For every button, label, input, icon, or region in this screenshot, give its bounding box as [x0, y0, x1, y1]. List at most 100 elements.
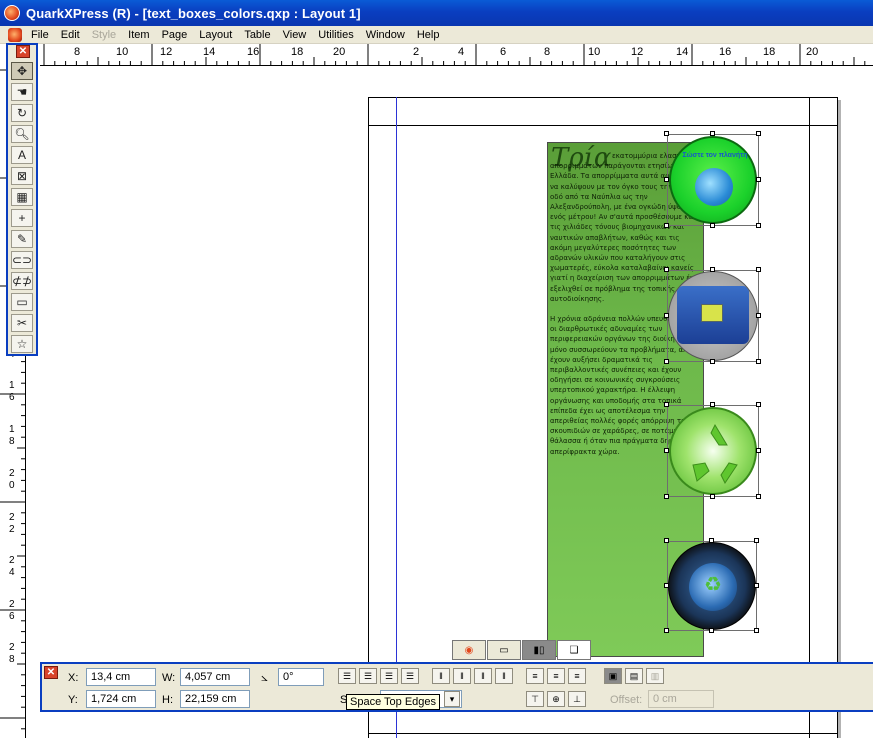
tab-home[interactable]: ◉: [452, 640, 486, 660]
resize-handle[interactable]: [710, 223, 715, 228]
align-right-button[interactable]: ≡: [568, 668, 586, 684]
picture-box-3[interactable]: [667, 405, 759, 497]
zoom-tool-icon[interactable]: 🔍︎: [11, 125, 33, 143]
align-center-button[interactable]: ≡: [547, 668, 565, 684]
frame-icon: ▭: [499, 644, 509, 656]
resize-handle[interactable]: [664, 448, 669, 453]
space-horizontal-centers-button[interactable]: ‖: [453, 668, 471, 684]
resize-handle[interactable]: [710, 131, 715, 136]
resize-handle[interactable]: [664, 223, 669, 228]
spread-relative-button[interactable]: ▥: [646, 668, 664, 684]
picture-box-4[interactable]: ♻: [667, 541, 757, 631]
close-icon[interactable]: ✕: [44, 666, 58, 679]
ruler-label: 1: [9, 424, 15, 435]
link-tool-icon[interactable]: ⊂⊃: [11, 251, 33, 269]
menu-window[interactable]: Window: [360, 26, 411, 44]
space-horizontal-items-button[interactable]: ‖: [495, 668, 513, 684]
resize-handle[interactable]: [664, 267, 669, 272]
resize-handle[interactable]: [664, 177, 669, 182]
item-tool-icon[interactable]: ✥: [11, 62, 33, 80]
resize-handle[interactable]: [664, 494, 669, 499]
page-relative-button[interactable]: ▤: [625, 668, 643, 684]
menu-view[interactable]: View: [277, 26, 313, 44]
item-relative-button[interactable]: ▣: [604, 668, 622, 684]
text-box-tool-icon[interactable]: A: [11, 146, 33, 164]
horizontal-ruler[interactable]: 8 10 12 14 16 18 20 2 4 6 8 10 12 14 16 18 20: [40, 44, 873, 66]
picture-box-2[interactable]: [667, 270, 759, 362]
tab-frame[interactable]: ▭: [487, 640, 521, 660]
unlink-tool-icon[interactable]: ⊄⊅: [11, 272, 33, 290]
offset-field[interactable]: 0 cm: [648, 690, 714, 708]
w-field[interactable]: 4,057 cm: [180, 668, 250, 686]
x-field[interactable]: 13,4 cm: [86, 668, 156, 686]
menu-help[interactable]: Help: [411, 26, 446, 44]
menu-table[interactable]: Table: [238, 26, 276, 44]
align-top-button[interactable]: ⊤: [526, 691, 544, 707]
resize-handle[interactable]: [756, 177, 761, 182]
ruler-label: 0: [9, 480, 15, 491]
quark-app-icon[interactable]: [4, 5, 20, 21]
menu-edit[interactable]: Edit: [55, 26, 86, 44]
resize-handle[interactable]: [756, 359, 761, 364]
resize-handle[interactable]: [756, 267, 761, 272]
chevron-down-icon[interactable]: ▾: [444, 691, 460, 707]
resize-handle[interactable]: [756, 223, 761, 228]
close-icon[interactable]: ✕: [16, 45, 30, 58]
composition-zone-tool-icon[interactable]: ▭: [11, 293, 33, 311]
resize-handle[interactable]: [664, 628, 669, 633]
resize-handle[interactable]: [754, 583, 759, 588]
document-icon[interactable]: [8, 27, 22, 42]
tab-drop-shadow[interactable]: ❑: [557, 640, 591, 660]
h-field[interactable]: 22,159 cm: [180, 690, 250, 708]
rotate-tool-icon[interactable]: ↻: [11, 104, 33, 122]
menu-file[interactable]: File: [25, 26, 55, 44]
table-tool-icon[interactable]: ▦: [11, 188, 33, 206]
space-top-edges-button[interactable]: ☰: [338, 668, 356, 684]
menu-item[interactable]: Item: [122, 26, 155, 44]
resize-handle[interactable]: [756, 448, 761, 453]
resize-handle[interactable]: [710, 494, 715, 499]
content-tool-icon[interactable]: ☚: [11, 83, 33, 101]
tab-space-align[interactable]: ▮▯: [522, 640, 556, 660]
resize-handle[interactable]: [664, 538, 669, 543]
space-right-edges-button[interactable]: ‖: [474, 668, 492, 684]
space-vertical-items-button[interactable]: ☰: [401, 668, 419, 684]
menu-layout[interactable]: Layout: [193, 26, 238, 44]
scissors-tool-icon[interactable]: ✂: [11, 314, 33, 332]
line-tool-icon[interactable]: +: [11, 209, 33, 227]
resize-handle[interactable]: [756, 494, 761, 499]
menu-page[interactable]: Page: [156, 26, 194, 44]
tools-palette: ✕ ✥ ☚ ↻ 🔍︎ A ⊠ ▦ + ✎ ⊂⊃ ⊄⊅ ▭ ✂ ☆: [6, 43, 38, 356]
ruler-label: 2: [413, 46, 419, 58]
menu-style[interactable]: Style: [86, 26, 122, 44]
align-left-button[interactable]: ≡: [526, 668, 544, 684]
y-field[interactable]: 1,724 cm: [86, 690, 156, 708]
resize-handle[interactable]: [664, 402, 669, 407]
resize-handle[interactable]: [710, 359, 715, 364]
resize-handle[interactable]: [710, 402, 715, 407]
resize-handle[interactable]: [756, 131, 761, 136]
resize-handle[interactable]: [709, 628, 714, 633]
resize-handle[interactable]: [664, 131, 669, 136]
angle-field[interactable]: 0°: [278, 668, 324, 686]
resize-handle[interactable]: [664, 313, 669, 318]
space-left-edges-button[interactable]: ‖: [432, 668, 450, 684]
star-tool-icon[interactable]: ☆: [11, 335, 33, 353]
resize-handle[interactable]: [710, 267, 715, 272]
resize-handle[interactable]: [756, 313, 761, 318]
align-bottom-button[interactable]: ⊥: [568, 691, 586, 707]
picture-box-1[interactable]: Σώστε τον πλανήτη: [667, 134, 759, 226]
resize-handle[interactable]: [754, 628, 759, 633]
ruler-label: 6: [500, 46, 506, 58]
resize-handle[interactable]: [756, 402, 761, 407]
resize-handle[interactable]: [709, 538, 714, 543]
menu-utilities[interactable]: Utilities: [312, 26, 359, 44]
space-bottom-edges-button[interactable]: ☰: [380, 668, 398, 684]
space-vertical-centers-button[interactable]: ☰: [359, 668, 377, 684]
bezier-tool-icon[interactable]: ✎: [11, 230, 33, 248]
align-middle-button[interactable]: ⊕: [547, 691, 565, 707]
resize-handle[interactable]: [754, 538, 759, 543]
resize-handle[interactable]: [664, 583, 669, 588]
picture-box-tool-icon[interactable]: ⊠: [11, 167, 33, 185]
resize-handle[interactable]: [664, 359, 669, 364]
